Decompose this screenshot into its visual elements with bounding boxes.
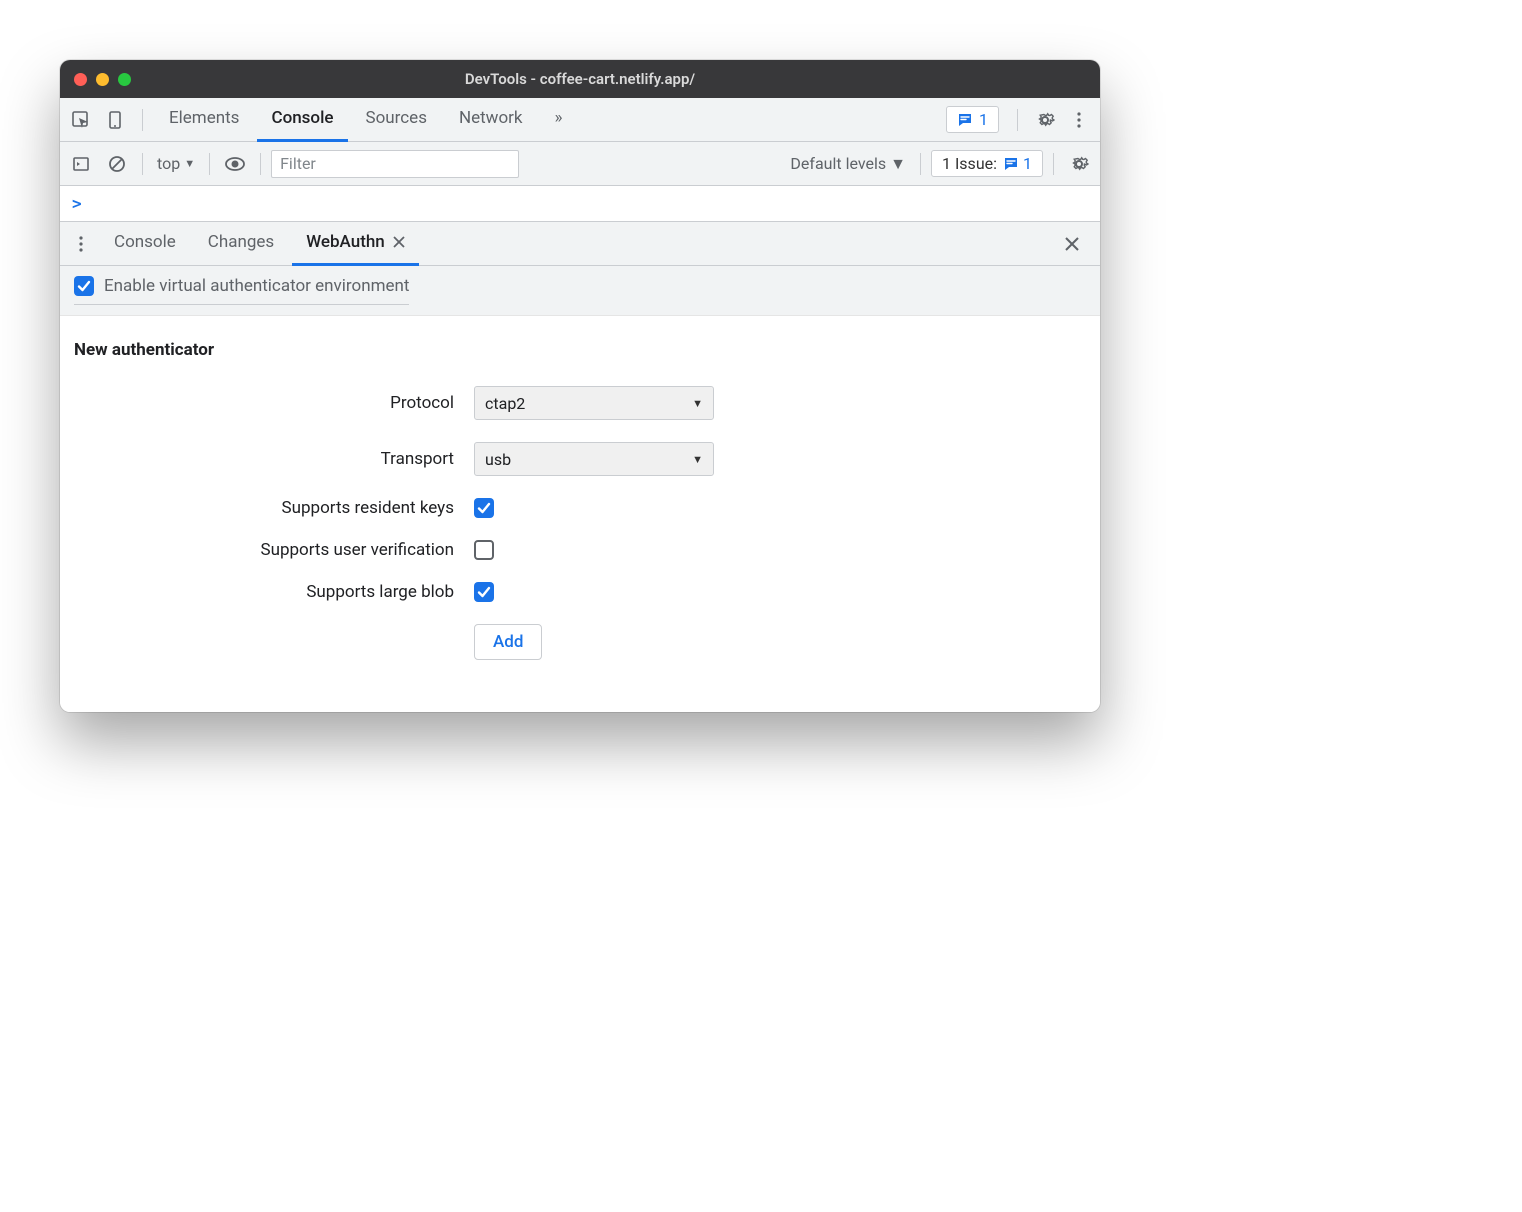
live-expression-icon[interactable] xyxy=(220,149,250,179)
tab-sources[interactable]: Sources xyxy=(352,98,441,142)
close-window-button[interactable] xyxy=(74,73,87,86)
enable-virtual-auth-checkbox[interactable] xyxy=(74,276,94,296)
clear-console-icon[interactable] xyxy=(102,149,132,179)
drawer-tab-webauthn-label: WebAuthn xyxy=(306,232,385,252)
tab-network[interactable]: Network xyxy=(445,98,537,142)
caret-down-icon: ▼ xyxy=(184,157,195,170)
log-levels-select[interactable]: Default levels ▼ xyxy=(786,154,910,174)
protocol-select[interactable]: ctap2 ▼ xyxy=(474,386,714,420)
titlebar: DevTools - coffee-cart.netlify.app/ xyxy=(60,60,1100,98)
issues-label: 1 Issue: xyxy=(942,154,997,173)
more-tabs-button[interactable]: » xyxy=(541,98,577,142)
protocol-value: ctap2 xyxy=(485,394,525,413)
enable-virtual-auth-row: Enable virtual authenticator environment xyxy=(60,266,1100,316)
transport-label: Transport xyxy=(74,449,474,469)
tab-console-label: Console xyxy=(271,108,333,128)
protocol-label: Protocol xyxy=(74,393,474,413)
drawer-tab-changes[interactable]: Changes xyxy=(194,222,288,266)
large-blob-checkbox[interactable] xyxy=(474,582,494,602)
divider xyxy=(920,153,921,175)
divider xyxy=(260,153,261,175)
divider xyxy=(209,153,210,175)
large-blob-label: Supports large blob xyxy=(74,582,474,602)
device-toolbar-icon[interactable] xyxy=(100,105,130,135)
divider xyxy=(142,109,143,131)
issues-count: 1 xyxy=(1023,154,1032,173)
divider xyxy=(1017,109,1018,131)
drawer-tab-console-label: Console xyxy=(114,232,176,252)
divider xyxy=(142,153,143,175)
message-icon xyxy=(1003,156,1019,172)
user-verification-row: Supports user verification xyxy=(74,540,1086,560)
more-tabs-label: » xyxy=(555,108,563,128)
execution-context-select[interactable]: top ▼ xyxy=(153,154,199,173)
divider xyxy=(1053,153,1054,175)
resident-keys-row: Supports resident keys xyxy=(74,498,1086,518)
drawer-tabs-row: Console Changes WebAuthn xyxy=(60,222,1100,266)
context-label: top xyxy=(157,154,180,173)
message-icon xyxy=(957,112,973,128)
drawer-tab-console[interactable]: Console xyxy=(100,222,190,266)
add-button-row: Add xyxy=(74,624,1086,660)
resident-keys-label: Supports resident keys xyxy=(74,498,474,518)
tab-elements[interactable]: Elements xyxy=(155,98,253,142)
console-sidebar-toggle-icon[interactable] xyxy=(66,149,96,179)
tab-network-label: Network xyxy=(459,108,523,128)
console-settings-icon[interactable] xyxy=(1064,149,1094,179)
large-blob-row: Supports large blob xyxy=(74,582,1086,602)
more-menu-icon[interactable] xyxy=(1064,105,1094,135)
close-tab-icon[interactable] xyxy=(393,236,405,248)
add-authenticator-button[interactable]: Add xyxy=(474,624,542,660)
caret-down-icon: ▼ xyxy=(692,397,703,410)
tab-sources-label: Sources xyxy=(366,108,427,128)
traffic-lights xyxy=(74,73,131,86)
settings-icon[interactable] xyxy=(1030,105,1060,135)
main-tabs-row: Elements Console Sources Network » 1 xyxy=(60,98,1100,142)
new-authenticator-title: New authenticator xyxy=(74,340,1086,360)
console-toolbar: top ▼ Default levels ▼ 1 Issue: 1 xyxy=(60,142,1100,186)
devtools-window: DevTools - coffee-cart.netlify.app/ Elem… xyxy=(60,60,1100,712)
tab-console[interactable]: Console xyxy=(257,98,347,142)
drawer-more-icon[interactable] xyxy=(66,229,96,259)
transport-value: usb xyxy=(485,450,511,469)
messages-count: 1 xyxy=(979,110,988,129)
minimize-window-button[interactable] xyxy=(96,73,109,86)
issues-badge[interactable]: 1 Issue: 1 xyxy=(931,150,1043,177)
enable-virtual-auth-label: Enable virtual authenticator environment xyxy=(104,276,409,296)
protocol-row: Protocol ctap2 ▼ xyxy=(74,386,1086,420)
close-drawer-icon[interactable] xyxy=(1064,236,1094,252)
console-prompt: > xyxy=(72,194,82,213)
resident-keys-checkbox[interactable] xyxy=(474,498,494,518)
console-body[interactable]: > xyxy=(60,186,1100,222)
caret-down-icon: ▼ xyxy=(692,453,703,466)
transport-row: Transport usb ▼ xyxy=(74,442,1086,476)
webauthn-panel-body: New authenticator Protocol ctap2 ▼ Trans… xyxy=(60,316,1100,712)
levels-label: Default levels xyxy=(790,154,886,173)
window-title: DevTools - coffee-cart.netlify.app/ xyxy=(465,70,695,88)
caret-down-icon: ▼ xyxy=(890,154,906,174)
messages-badge[interactable]: 1 xyxy=(946,106,999,133)
drawer-tab-webauthn[interactable]: WebAuthn xyxy=(292,222,419,266)
drawer-tab-changes-label: Changes xyxy=(208,232,274,252)
user-verification-label: Supports user verification xyxy=(74,540,474,560)
filter-input[interactable] xyxy=(271,150,519,178)
inspect-element-icon[interactable] xyxy=(66,105,96,135)
transport-select[interactable]: usb ▼ xyxy=(474,442,714,476)
user-verification-checkbox[interactable] xyxy=(474,540,494,560)
maximize-window-button[interactable] xyxy=(118,73,131,86)
tab-elements-label: Elements xyxy=(169,108,239,128)
